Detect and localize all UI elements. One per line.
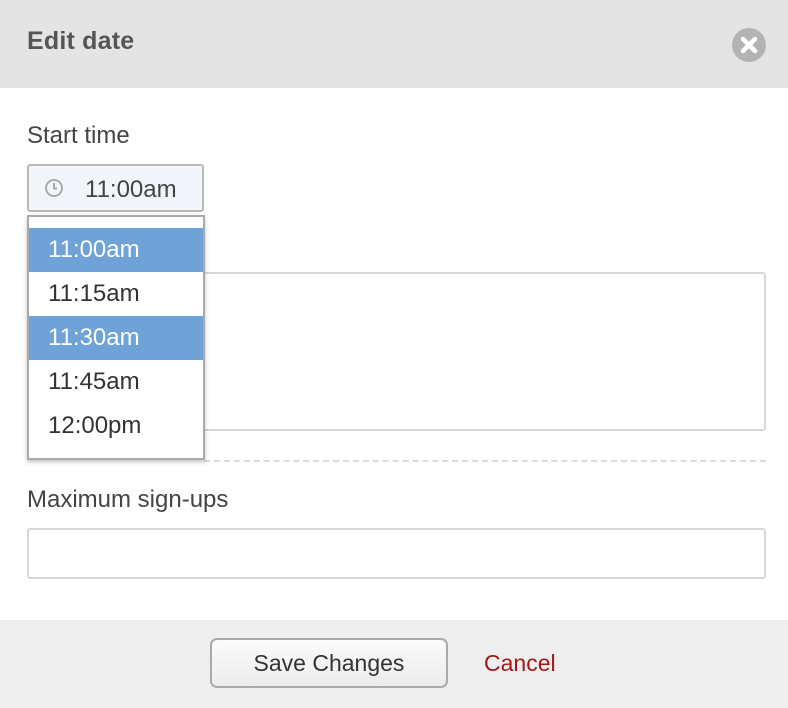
close-button[interactable] — [732, 28, 766, 62]
cancel-link[interactable]: Cancel — [484, 650, 556, 677]
start-time-value: 11:00am — [85, 176, 177, 203]
start-time-label: Start time — [27, 122, 130, 149]
edit-date-dialog: Edit date Start time 11:00am Maximum sig… — [0, 0, 788, 708]
time-options-dropdown[interactable]: 11:00am 11:15am 11:30am 11:45am 12:00pm — [27, 215, 205, 460]
time-option-1100am[interactable]: 11:00am — [29, 228, 203, 272]
close-circle-icon — [740, 36, 758, 54]
section-divider — [204, 460, 766, 462]
max-signups-label: Maximum sign-ups — [27, 486, 229, 513]
time-option-1145am[interactable]: 11:45am — [29, 360, 203, 404]
dialog-footer: Save Changes Cancel — [0, 620, 788, 708]
time-option-1115am[interactable]: 11:15am — [29, 272, 203, 316]
dialog-title: Edit date — [27, 27, 135, 55]
save-changes-button[interactable]: Save Changes — [210, 638, 448, 688]
clock-icon — [45, 179, 63, 197]
max-signups-input[interactable] — [27, 528, 766, 579]
start-time-select[interactable]: 11:00am — [27, 164, 204, 212]
dialog-header: Edit date — [0, 0, 788, 88]
description-textarea[interactable] — [204, 272, 766, 431]
time-option-1200pm[interactable]: 12:00pm — [29, 404, 203, 448]
time-option-1130am[interactable]: 11:30am — [29, 316, 203, 360]
